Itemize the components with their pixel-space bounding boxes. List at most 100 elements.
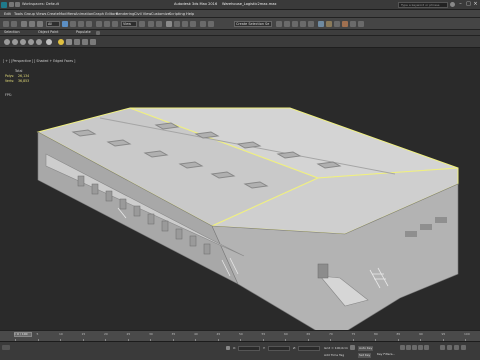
menu-civil-view[interactable]: Civil View [134,12,151,16]
helper-icon[interactable] [74,39,80,45]
go-to-end-icon[interactable] [424,345,429,350]
scale-icon[interactable] [112,21,118,27]
menu-graph-editors[interactable]: Graph Editors [93,12,118,16]
window-crossing-icon[interactable] [86,21,92,27]
pan-view-icon[interactable] [447,345,452,350]
curve-editor-icon[interactable] [300,21,306,27]
angle-snap-icon[interactable] [174,21,180,27]
menu-group[interactable]: Group [24,12,35,16]
y-field[interactable] [268,346,290,351]
menu-tools[interactable]: Tools [14,12,23,16]
maximize-viewport-icon[interactable] [461,345,466,350]
workspace-label[interactable]: Workspaces: Default [22,2,59,7]
percent-snap-icon[interactable] [182,21,188,27]
menu-modifiers[interactable]: Modifiers [59,12,75,16]
selection-filter-dropdown[interactable]: All [46,21,60,27]
menu-views[interactable]: Views [36,12,46,16]
select-and-manipulate-icon[interactable] [148,21,154,27]
undo-toolbar-icon[interactable] [3,21,9,27]
populate-icon[interactable] [36,39,42,45]
menu-help[interactable]: Help [186,12,194,16]
rendered-frame-window-icon[interactable] [334,21,340,27]
bind-space-warp-icon[interactable] [37,21,43,27]
light-bulb-icon[interactable] [58,39,64,45]
set-key-button[interactable]: Set Key [358,353,372,358]
rotate-icon[interactable] [104,21,110,27]
move-icon[interactable] [96,21,102,27]
layer-explorer-icon[interactable] [284,21,290,27]
undo-icon[interactable] [9,2,14,7]
render-iterative-icon[interactable] [350,21,356,27]
close-button[interactable]: × [471,1,480,8]
menu-customize[interactable]: Customize [151,12,170,16]
orbit-icon[interactable] [454,345,459,350]
redo-icon[interactable] [15,2,20,7]
go-to-start-icon[interactable] [400,345,405,350]
named-selection-set-dropdown[interactable]: Create Selection Se [234,21,272,27]
select-by-name-icon[interactable] [70,21,76,27]
frame-label: 65 [306,332,311,336]
maxscript-listener-icon[interactable] [2,345,10,350]
selection-tools-icon[interactable] [20,39,26,45]
tab-populate[interactable]: Populate [76,30,91,34]
keyboard-shortcut-icon[interactable] [156,21,162,27]
search-input[interactable]: Type a keyword or phrase [398,2,448,8]
previous-frame-icon[interactable] [406,345,411,350]
pivot-center-icon[interactable] [139,21,145,27]
render-setup-icon[interactable] [326,21,332,27]
scene-explorer-icon[interactable] [292,21,298,27]
link-icon[interactable] [21,21,27,27]
key-filters-button[interactable]: Key Filters... [377,353,395,356]
camera-icon[interactable] [66,39,72,45]
rectangular-selection-icon[interactable] [78,21,84,27]
x-field[interactable] [238,346,260,351]
menu-edit[interactable]: Edit [4,12,11,16]
tab-object-paint[interactable]: Object Paint [38,30,59,34]
app-title: Autodesk 3ds Max 2016 [174,2,218,6]
systems-icon[interactable] [90,39,96,45]
spinner-snap-icon[interactable] [190,21,196,27]
auto-key-button[interactable]: Auto Key [358,346,374,351]
frame-label: 95 [441,332,446,336]
time-slider-label: 0 / 100 [17,332,28,336]
a360-render-icon[interactable] [358,21,364,27]
tab-selection[interactable]: Selection [4,30,20,34]
freeform-icon[interactable] [12,39,18,45]
app-logo-icon[interactable] [1,2,7,8]
timeline[interactable]: 0 / 100 0 5 10 15 20 25 30 35 40 45 50 55 60 65 70 75 80… [0,330,480,342]
ribbon-options-icon[interactable] [96,31,100,35]
unlink-icon[interactable] [29,21,35,27]
z-label: Z: [293,346,297,350]
frame-label: 0 [14,332,16,336]
perspective-viewport[interactable]: [ + ] [Perspective ] [ Shaded + Edged Fa… [0,48,480,330]
help-icon[interactable] [450,2,455,7]
align-icon[interactable] [276,21,282,27]
material-editor-icon[interactable] [318,21,324,27]
play-icon[interactable] [412,345,417,350]
redo-toolbar-icon[interactable] [11,21,17,27]
file-name: Warehouse_Logistic2max.max [222,2,277,6]
warehouse-model[interactable] [0,48,480,330]
select-object-icon[interactable] [62,21,68,27]
sphere-icon[interactable] [46,39,52,45]
spacewarp-icon[interactable] [82,39,88,45]
edit-named-selection-icon[interactable] [200,21,206,27]
add-time-tag[interactable]: Add Time Tag [324,354,344,357]
z-field[interactable] [298,346,320,351]
reference-coordinate-dropdown[interactable]: View [121,21,137,27]
menu-rendering[interactable]: Rendering [116,12,134,16]
mirror-icon[interactable] [208,21,214,27]
schematic-view-icon[interactable] [308,21,314,27]
polygon-modeling-icon[interactable] [4,39,10,45]
menu-bar: Edit Tools Group Views Create Modifiers … [0,10,480,18]
menu-create[interactable]: Create [47,12,59,16]
menu-animation[interactable]: Animation [75,12,93,16]
object-paint-icon[interactable] [28,39,34,45]
render-production-icon[interactable] [342,21,348,27]
zoom-icon[interactable] [440,345,445,350]
selection-lock-icon[interactable] [226,346,230,350]
snaps-toggle-icon[interactable] [166,21,172,27]
next-frame-icon[interactable] [418,345,423,350]
menu-scripting[interactable]: Scripting [169,12,185,16]
key-mode-icon[interactable] [350,345,355,350]
